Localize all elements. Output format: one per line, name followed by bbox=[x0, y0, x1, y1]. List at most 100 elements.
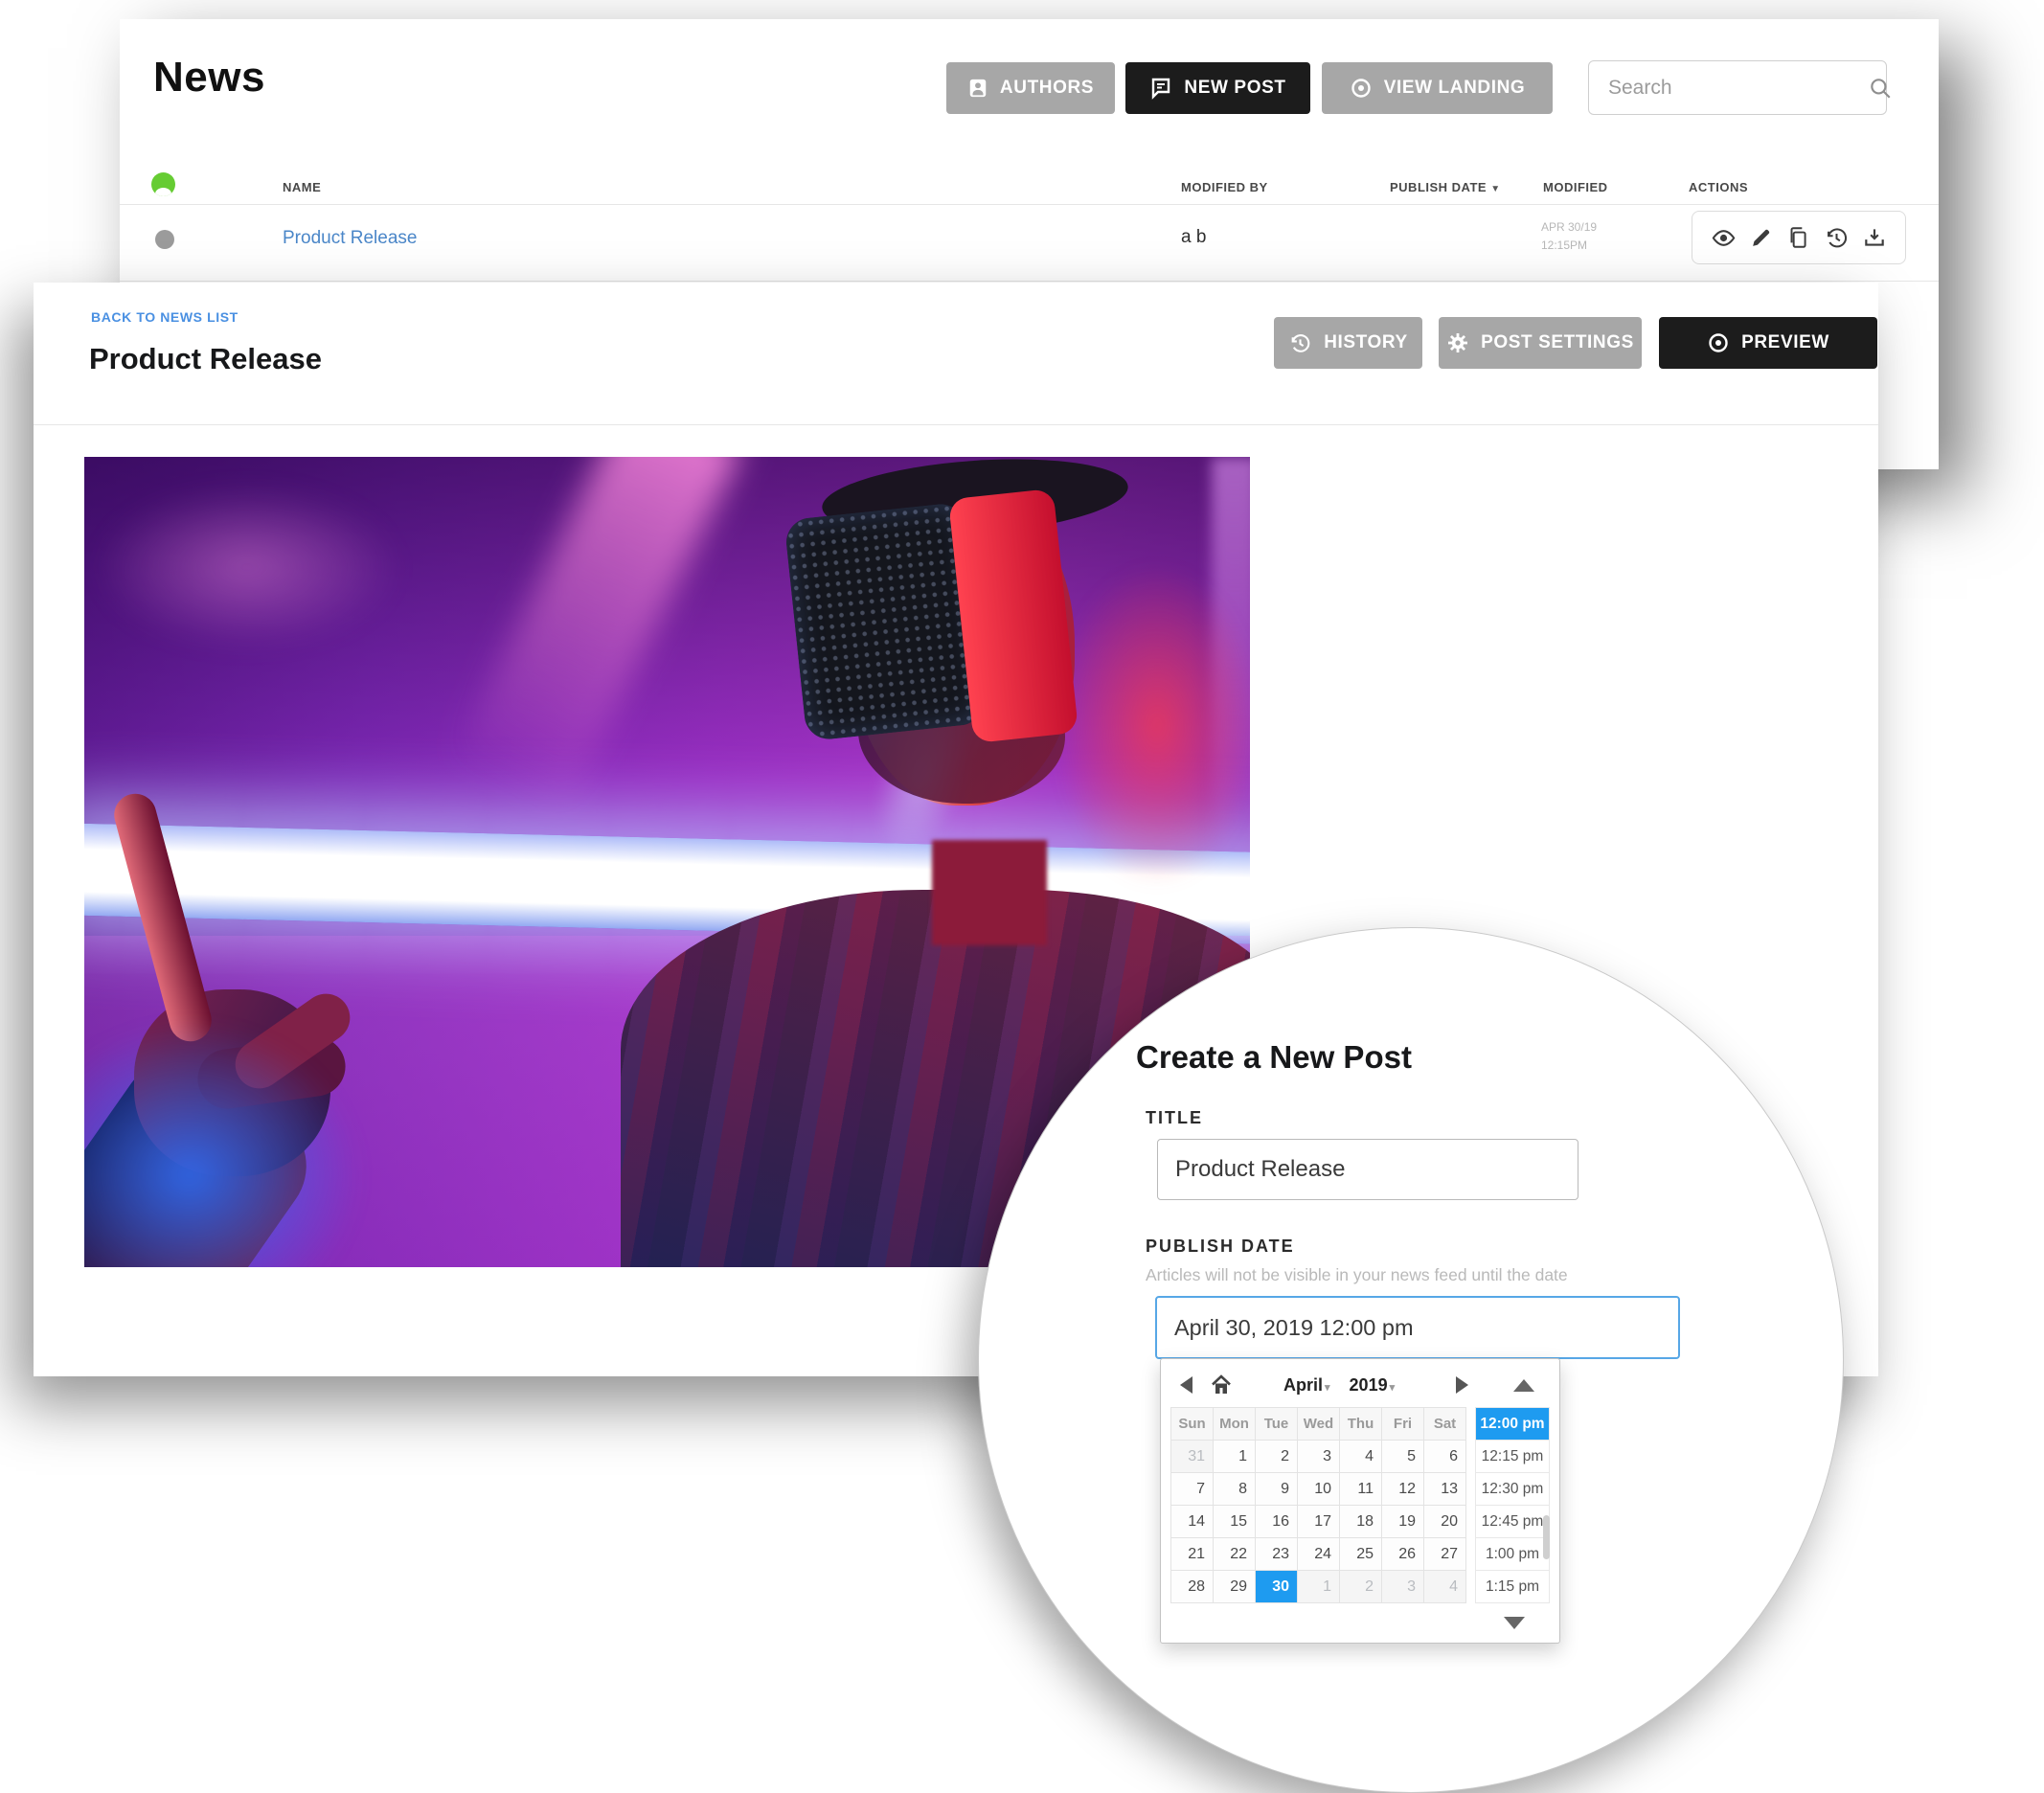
picker-nav: April▾ 2019▾ bbox=[1170, 1367, 1550, 1403]
year-select[interactable]: 2019▾ bbox=[1350, 1375, 1396, 1396]
search-input[interactable] bbox=[1608, 77, 1868, 100]
month-label: April bbox=[1283, 1375, 1323, 1395]
col-header-modified-by: MODIFIED BY bbox=[1181, 180, 1268, 194]
title-input[interactable] bbox=[1157, 1139, 1578, 1200]
month-select[interactable]: April▾ bbox=[1283, 1375, 1330, 1396]
calendar-day[interactable]: 23 bbox=[1256, 1538, 1297, 1570]
day-header: Sat bbox=[1424, 1408, 1465, 1440]
post-settings-button-label: POST SETTINGS bbox=[1481, 332, 1634, 353]
row-actions bbox=[1692, 211, 1906, 264]
history-button[interactable]: HISTORY bbox=[1274, 317, 1422, 369]
calendar-day[interactable]: 7 bbox=[1171, 1473, 1213, 1505]
calendar-day[interactable]: 21 bbox=[1171, 1538, 1213, 1570]
day-header: Mon bbox=[1214, 1408, 1255, 1440]
history-icon[interactable] bbox=[1824, 225, 1850, 251]
calendar-day[interactable]: 13 bbox=[1424, 1473, 1465, 1505]
duplicate-icon[interactable] bbox=[1785, 225, 1810, 250]
day-header: Tue bbox=[1256, 1408, 1297, 1440]
calendar-day[interactable]: 17 bbox=[1298, 1506, 1339, 1537]
calendar-day[interactable]: 12 bbox=[1382, 1473, 1423, 1505]
home-icon[interactable] bbox=[1210, 1373, 1233, 1396]
edit-icon[interactable] bbox=[1749, 226, 1773, 250]
calendar-day[interactable]: 4 bbox=[1424, 1571, 1465, 1602]
calendar-day[interactable]: 3 bbox=[1382, 1571, 1423, 1602]
new-post-button[interactable]: NEW POST bbox=[1125, 62, 1310, 114]
col-header-actions: ACTIONS bbox=[1689, 180, 1748, 194]
calendar-day[interactable]: 14 bbox=[1171, 1506, 1213, 1537]
calendar-day[interactable]: 26 bbox=[1382, 1538, 1423, 1570]
day-header: Fri bbox=[1382, 1408, 1423, 1440]
calendar-day[interactable]: 22 bbox=[1214, 1538, 1255, 1570]
col-header-modified: MODIFIED bbox=[1543, 180, 1608, 194]
create-post-heading: Create a New Post bbox=[1136, 1039, 1412, 1076]
calendar-day[interactable]: 27 bbox=[1424, 1538, 1465, 1570]
time-option[interactable]: 1:00 pm bbox=[1476, 1538, 1549, 1570]
calendar-day[interactable]: 28 bbox=[1171, 1571, 1213, 1602]
prev-month-icon[interactable] bbox=[1180, 1376, 1192, 1394]
calendar-day[interactable]: 2 bbox=[1256, 1441, 1297, 1472]
calendar-day[interactable]: 4 bbox=[1340, 1441, 1381, 1472]
day-header: Sun bbox=[1171, 1408, 1213, 1440]
post-title: Product Release bbox=[89, 342, 322, 376]
calendar-day-selected[interactable]: 30 bbox=[1256, 1571, 1297, 1602]
post-name-link[interactable]: Product Release bbox=[283, 228, 417, 249]
post-settings-button[interactable]: POST SETTINGS bbox=[1439, 317, 1642, 369]
back-to-news-list-link[interactable]: BACK TO NEWS LIST bbox=[91, 309, 238, 325]
calendar-day[interactable]: 20 bbox=[1424, 1506, 1465, 1537]
row-modified-date: APR 30/19 bbox=[1541, 218, 1597, 237]
calendar-grid: Sun Mon Tue Wed Thu Fri Sat 31 1 2 3 4 5… bbox=[1170, 1407, 1466, 1603]
calendar-day[interactable]: 9 bbox=[1256, 1473, 1297, 1505]
calendar-day[interactable]: 3 bbox=[1298, 1441, 1339, 1472]
preview-icon[interactable] bbox=[1711, 225, 1737, 251]
publish-date-field-label: PUBLISH DATE bbox=[1146, 1237, 1295, 1257]
calendar-day[interactable]: 8 bbox=[1214, 1473, 1255, 1505]
row-modified-time: 12:15PM bbox=[1541, 237, 1597, 255]
time-scrollbar-thumb[interactable] bbox=[1543, 1515, 1550, 1559]
year-label: 2019 bbox=[1350, 1375, 1388, 1395]
calendar-day[interactable]: 1 bbox=[1298, 1571, 1339, 1602]
col-header-publish-date[interactable]: PUBLISH DATE ▼ bbox=[1390, 180, 1501, 194]
page-title: News bbox=[153, 54, 265, 102]
calendar-day[interactable]: 19 bbox=[1382, 1506, 1423, 1537]
eye-icon bbox=[1707, 331, 1730, 354]
day-header: Thu bbox=[1340, 1408, 1381, 1440]
status-column-icon bbox=[151, 172, 175, 196]
calendar-day[interactable]: 5 bbox=[1382, 1441, 1423, 1472]
zoom-detail-circle: Create a New Post TITLE PUBLISH DATE Art… bbox=[978, 927, 1844, 1793]
view-landing-button[interactable]: VIEW LANDING bbox=[1322, 62, 1553, 114]
preview-button[interactable]: PREVIEW bbox=[1659, 317, 1877, 369]
export-icon[interactable] bbox=[1862, 225, 1887, 250]
calendar-day[interactable]: 25 bbox=[1340, 1538, 1381, 1570]
time-option[interactable]: 12:15 pm bbox=[1476, 1441, 1549, 1472]
caret-down-icon: ▾ bbox=[1390, 1382, 1396, 1394]
sort-caret-icon: ▼ bbox=[1490, 184, 1500, 194]
time-option[interactable]: 12:45 pm bbox=[1476, 1506, 1549, 1537]
calendar-day[interactable]: 29 bbox=[1214, 1571, 1255, 1602]
calendar-day[interactable]: 10 bbox=[1298, 1473, 1339, 1505]
search-icon[interactable] bbox=[1868, 76, 1893, 101]
calendar-day[interactable]: 6 bbox=[1424, 1441, 1465, 1472]
calendar-day[interactable]: 11 bbox=[1340, 1473, 1381, 1505]
picker-body: Sun Mon Tue Wed Thu Fri Sat 31 1 2 3 4 5… bbox=[1170, 1407, 1550, 1603]
publish-date-input[interactable] bbox=[1155, 1296, 1680, 1359]
calendar-day[interactable]: 18 bbox=[1340, 1506, 1381, 1537]
calendar-day[interactable]: 15 bbox=[1214, 1506, 1255, 1537]
person-badge-icon bbox=[967, 78, 988, 99]
row-modified-by: a b bbox=[1181, 227, 1206, 248]
time-option[interactable]: 12:30 pm bbox=[1476, 1473, 1549, 1505]
calendar-day[interactable]: 24 bbox=[1298, 1538, 1339, 1570]
col-header-name: NAME bbox=[283, 180, 321, 194]
authors-button[interactable]: AUTHORS bbox=[946, 62, 1115, 114]
time-option[interactable]: 1:15 pm bbox=[1476, 1571, 1549, 1602]
calendar-day[interactable]: 1 bbox=[1214, 1441, 1255, 1472]
calendar-day[interactable]: 16 bbox=[1256, 1506, 1297, 1537]
calendar-day[interactable]: 31 bbox=[1171, 1441, 1213, 1472]
time-option-selected[interactable]: 12:00 pm bbox=[1476, 1408, 1549, 1440]
time-scroll-down-icon[interactable] bbox=[1504, 1617, 1525, 1629]
time-scroll-up-icon[interactable] bbox=[1513, 1379, 1534, 1392]
publish-date-hint: Articles will not be visible in your new… bbox=[1146, 1265, 1568, 1285]
calendar-day[interactable]: 2 bbox=[1340, 1571, 1381, 1602]
row-modified-timestamp: APR 30/19 12:15PM bbox=[1541, 218, 1597, 255]
next-month-icon[interactable] bbox=[1456, 1376, 1468, 1394]
row-status-dot bbox=[155, 230, 174, 249]
